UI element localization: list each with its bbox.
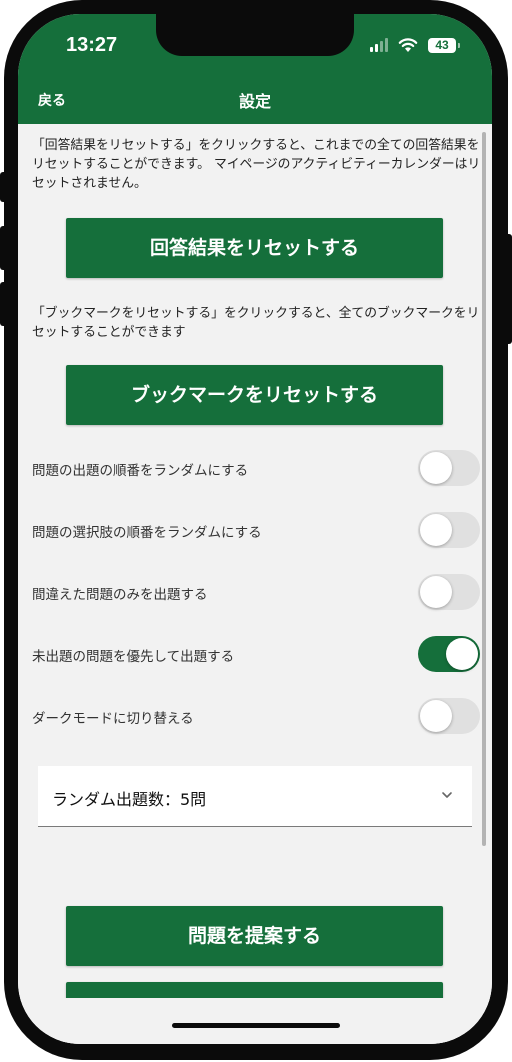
random-choices-switch[interactable] [418,512,480,548]
switch-knob [420,452,452,484]
toggle-row-random-order[interactable]: 問題の出題の順番をランダムにする [32,448,480,488]
wrong-only-switch[interactable] [418,574,480,610]
wifi-icon [398,38,418,52]
cellular-signal-icon [370,38,388,52]
switch-knob [420,576,452,608]
reset-answers-button[interactable]: 回答結果をリセットする [66,218,443,278]
toggle-label: 未出題の問題を優先して出題する [32,649,235,665]
reset-bookmarks-button[interactable]: ブックマークをリセットする [66,365,443,425]
settings-content[interactable]: 「回答結果をリセットする」をクリックすると、これまでの全ての回答結果をリセットす… [18,124,492,1044]
toggle-row-wrong-only[interactable]: 間違えた問題のみを出題する [32,572,480,612]
bottom-safe-area [18,998,492,1044]
scrollbar[interactable] [482,132,486,846]
page-title: 設定 [238,92,271,111]
reset-answers-description: 「回答結果をリセットする」をクリックすると、これまでの全ての回答結果をリセットす… [32,138,481,191]
notch [156,14,354,56]
suggest-question-button[interactable]: 問題を提案する [66,906,443,966]
dark-mode-switch[interactable] [418,698,480,734]
toggle-row-random-choices[interactable]: 問題の選択肢の順番をランダムにする [32,510,480,550]
random-order-switch[interactable] [418,450,480,486]
random-count-select[interactable]: ランダム出題数：5問 [38,766,472,827]
switch-knob [420,700,452,732]
switch-knob [446,638,478,670]
unanswered-first-switch[interactable] [418,636,480,672]
toggle-label: 間違えた問題のみを出題する [32,587,208,603]
phone-device: 13:27 43 戻る 設定 「回答結果をリセットする」をクリックすると、これま… [0,0,512,1062]
toggle-label: ダークモードに切り替える [32,711,194,727]
home-indicator[interactable] [172,1023,340,1028]
battery-icon: 43 [428,37,460,53]
toggle-row-unanswered-first[interactable]: 未出題の問題を優先して出題する [32,634,480,674]
chevron-down-icon [442,792,452,798]
toggle-label: 問題の出題の順番をランダムにする [32,463,249,479]
status-icons: 43 [370,36,460,54]
toggle-label: 問題の選択肢の順番をランダムにする [32,525,262,541]
random-count-value: ランダム出題数：5問 [52,790,207,809]
switch-knob [420,514,452,546]
toggle-row-dark-mode[interactable]: ダークモードに切り替える [32,696,480,736]
screen: 13:27 43 戻る 設定 「回答結果をリセットする」をクリックすると、これま… [18,14,492,1044]
reset-bookmarks-description: 「ブックマークをリセットする」をクリックすると、全てのブックマークをリセットする… [32,306,480,340]
app-header: 13:27 43 戻る 設定 [18,14,492,124]
status-time: 13:27 [66,34,118,56]
